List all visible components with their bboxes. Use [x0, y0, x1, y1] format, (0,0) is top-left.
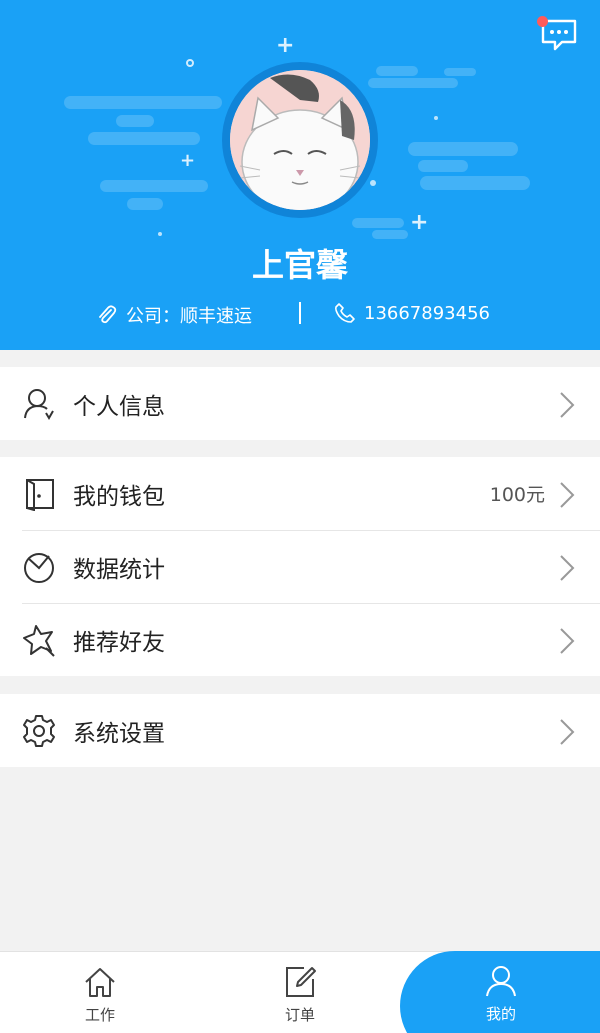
menu-item-label: 我的钱包 — [73, 483, 165, 510]
profile-header: + + + 上官馨 公司：顺丰速运 13667893456 — [0, 0, 600, 350]
tab-label: 工作 — [84, 1006, 115, 1024]
sparkle-plus: + — [410, 210, 429, 235]
menu-group-profile: 个人信息 — [0, 367, 600, 440]
company-text: 公司：顺丰速运 — [126, 306, 252, 327]
menu-item-personal-info[interactable]: 个人信息 — [0, 367, 600, 440]
unread-badge — [537, 16, 548, 27]
cloud-decoration — [376, 66, 418, 76]
cloud-decoration — [100, 180, 208, 192]
chevron-right-icon — [560, 628, 575, 654]
cloud-decoration — [372, 230, 408, 239]
cloud-decoration — [116, 115, 154, 127]
pie-chart-icon — [24, 553, 54, 583]
cloud-decoration — [127, 198, 163, 210]
company-info: 公司：顺丰速运 — [96, 302, 252, 328]
menu-group-settings: 系统设置 — [0, 694, 600, 767]
cloud-decoration — [368, 78, 458, 88]
info-divider — [299, 302, 301, 324]
wallet-balance: 100元 — [489, 484, 545, 506]
sparkle-dot — [158, 232, 162, 236]
wallet-icon — [26, 479, 54, 511]
cloud-decoration — [408, 142, 518, 156]
person-icon — [486, 966, 516, 997]
menu-item-statistics[interactable]: 数据统计 — [0, 530, 600, 603]
sparkle-dot — [186, 59, 194, 67]
chevron-right-icon — [560, 719, 575, 745]
menu-item-label: 数据统计 — [73, 556, 165, 583]
menu-item-wallet[interactable]: 我的钱包 100元 — [0, 457, 600, 530]
phone-info: 13667893456 — [334, 302, 490, 324]
menu-item-recommend-friends[interactable]: 推荐好友 — [0, 603, 600, 676]
menu-item-label: 个人信息 — [73, 393, 165, 420]
phone-icon — [335, 303, 355, 323]
cloud-decoration — [88, 132, 200, 145]
cloud-decoration — [64, 96, 222, 109]
chevron-right-icon — [560, 482, 575, 508]
gear-icon — [23, 715, 55, 747]
sparkle-plus: + — [276, 33, 295, 58]
user-name: 上官馨 — [251, 246, 348, 284]
cloud-decoration — [420, 176, 530, 190]
cat-avatar-image — [230, 70, 370, 210]
menu-item-label: 推荐好友 — [73, 629, 165, 656]
sparkle-plus: + — [180, 150, 196, 171]
tab-mine[interactable]: 我的 — [441, 951, 561, 1033]
cloud-decoration — [444, 68, 476, 76]
tab-label: 我的 — [485, 1005, 516, 1023]
user-info-row: 公司：顺丰速运 13667893456 — [0, 300, 600, 330]
tab-work[interactable]: 工作 — [40, 952, 160, 1033]
cloud-decoration — [418, 160, 468, 172]
paperclip-icon — [99, 305, 117, 324]
user-icon — [24, 389, 54, 420]
edit-icon — [286, 967, 316, 997]
menu-item-label: 系统设置 — [73, 720, 165, 747]
chevron-right-icon — [560, 555, 575, 581]
menu-item-system-settings[interactable]: 系统设置 — [0, 694, 600, 767]
tab-label: 订单 — [284, 1006, 315, 1024]
tab-orders[interactable]: 订单 — [240, 952, 360, 1033]
star-icon — [23, 625, 55, 657]
cloud-decoration — [352, 218, 404, 228]
menu-group-main: 我的钱包 100元 数据统计 推荐好友 — [0, 457, 600, 676]
chevron-right-icon — [560, 392, 575, 418]
sparkle-dot — [370, 180, 376, 186]
avatar[interactable] — [230, 70, 370, 210]
sparkle-dot — [434, 116, 438, 120]
home-icon — [85, 968, 115, 997]
phone-text: 13667893456 — [364, 302, 490, 324]
